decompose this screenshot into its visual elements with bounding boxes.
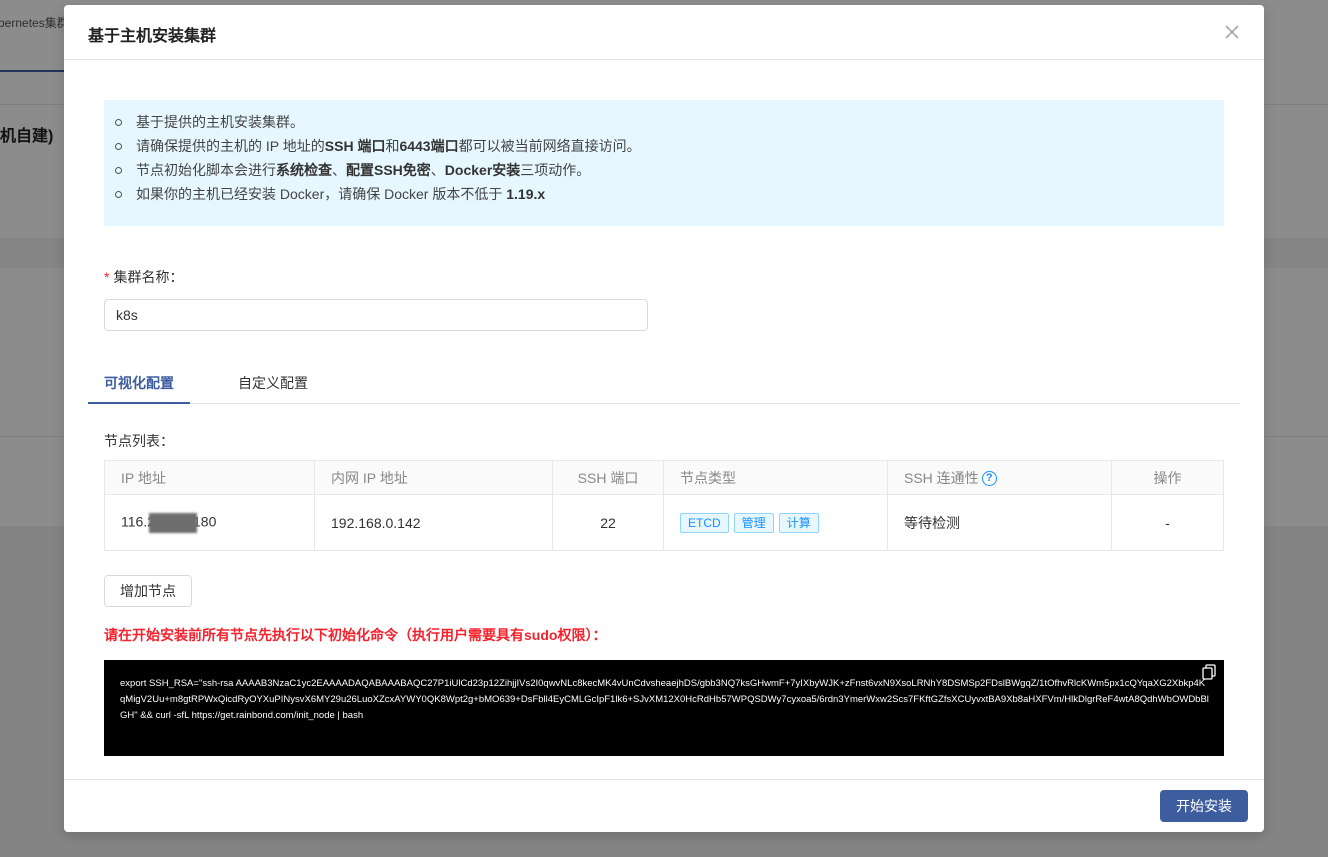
copy-icon[interactable] bbox=[1202, 664, 1218, 682]
tag-manage: 管理 bbox=[733, 512, 774, 533]
node-table: IP 地址 内网 IP 地址 SSH 端口 节点类型 SSH 连通性? 操作 1… bbox=[104, 460, 1224, 551]
notice-text: 、 bbox=[430, 162, 445, 178]
install-cluster-modal: 基于主机安装集群 X 基于提供的主机安装集群。请确保提供的主机的 IP 地址的S… bbox=[64, 5, 1264, 832]
notice-text: SSH 端口 bbox=[324, 138, 386, 154]
notice-text: 三项动作。 bbox=[520, 162, 591, 178]
notice-text: Docker安装 bbox=[444, 162, 521, 178]
init-command-block[interactable]: export SSH_RSA="ssh-rsa AAAAB3NzaC1yc2EA… bbox=[104, 660, 1224, 756]
notice-text: 和 bbox=[385, 138, 400, 154]
header-node-type: 节点类型 bbox=[663, 460, 888, 495]
header-action: 操作 bbox=[1111, 460, 1224, 495]
init-command-text: export SSH_RSA="ssh-rsa AAAAB3NzaC1yc2EA… bbox=[120, 678, 1209, 721]
tab-custom-config[interactable]: 自定义配置 bbox=[238, 365, 308, 404]
cell-node-type: ETCD 管理 计算 bbox=[663, 494, 888, 551]
notice-text: 1.19.x bbox=[506, 186, 546, 202]
required-mark: * bbox=[104, 269, 110, 285]
notice-text: 配置SSH免密 bbox=[346, 162, 431, 178]
cell-ip: 116.2 180 bbox=[104, 494, 315, 551]
notice-text: 6443端口 bbox=[399, 138, 459, 154]
modal-footer: 开始安装 bbox=[64, 779, 1264, 832]
notice-text: 节点初始化脚本会进行 bbox=[136, 162, 276, 178]
cluster-name-label: * 集群名称： bbox=[104, 269, 184, 285]
header-inner-ip: 内网 IP 地址 bbox=[314, 460, 553, 495]
tab-visual-config[interactable]: 可视化配置 bbox=[88, 365, 190, 404]
notice-item: 基于提供的主机安装集群。 bbox=[115, 110, 1224, 134]
notice-item: 如果你的主机已经安装 Docker，请确保 Docker 版本不低于 1.19.… bbox=[115, 182, 1224, 206]
notice-text: 都可以被当前网络直接访问。 bbox=[458, 138, 641, 154]
notice-text: 请确保提供的主机的 IP 地址的 bbox=[136, 138, 325, 154]
notice-item: 节点初始化脚本会进行系统检查、配置SSH免密、Docker安装三项动作。 bbox=[115, 158, 1224, 182]
table-row: 116.2 180 192.168.0.142 22 ETCD 管理 计算 等待检测 … bbox=[104, 494, 1224, 551]
node-list-label: 节点列表： bbox=[104, 433, 174, 449]
config-tabs: 可视化配置 自定义配置 bbox=[88, 365, 1240, 404]
tag-etcd: ETCD bbox=[680, 512, 729, 533]
header-ssh-port: SSH 端口 bbox=[552, 460, 664, 495]
redacted-mask bbox=[149, 512, 197, 533]
modal-header: 基于主机安装集群 X bbox=[64, 5, 1264, 60]
tag-compute: 计算 bbox=[778, 512, 819, 533]
header-ip: IP 地址 bbox=[104, 460, 315, 495]
header-ssh-connectivity: SSH 连通性? bbox=[887, 460, 1112, 495]
notice-item: 请确保提供的主机的 IP 地址的SSH 端口和6443端口都可以被当前网络直接访… bbox=[115, 134, 1224, 158]
notice-text: 如果你的主机已经安装 Docker，请确保 Docker 版本不低于 bbox=[136, 186, 507, 202]
cell-action: - bbox=[1111, 494, 1224, 551]
close-icon[interactable]: X bbox=[1220, 20, 1244, 44]
init-command-warning: 请在开始安装前所有节点先执行以下初始化命令（执行用户需要具有sudo权限）： bbox=[104, 627, 607, 643]
question-circle-icon[interactable]: ? bbox=[981, 471, 997, 487]
cluster-name-input[interactable] bbox=[104, 299, 648, 331]
install-notice: 基于提供的主机安装集群。请确保提供的主机的 IP 地址的SSH 端口和6443端… bbox=[104, 100, 1224, 226]
notice-text: 基于提供的主机安装集群。 bbox=[136, 114, 304, 130]
notice-list: 基于提供的主机安装集群。请确保提供的主机的 IP 地址的SSH 端口和6443端… bbox=[115, 110, 1224, 206]
cell-ssh-status: 等待检测 bbox=[887, 494, 1112, 551]
notice-text: 系统检查 bbox=[276, 162, 332, 178]
modal-title: 基于主机安装集群 bbox=[88, 28, 217, 45]
notice-text: 、 bbox=[332, 162, 346, 178]
table-header-row: IP 地址 内网 IP 地址 SSH 端口 节点类型 SSH 连通性? 操作 bbox=[104, 460, 1224, 495]
add-node-button[interactable]: 增加节点 bbox=[104, 575, 192, 607]
cell-inner-ip: 192.168.0.142 bbox=[314, 494, 553, 551]
cell-ssh-port: 22 bbox=[552, 494, 664, 551]
start-install-button[interactable]: 开始安装 bbox=[1160, 790, 1248, 822]
